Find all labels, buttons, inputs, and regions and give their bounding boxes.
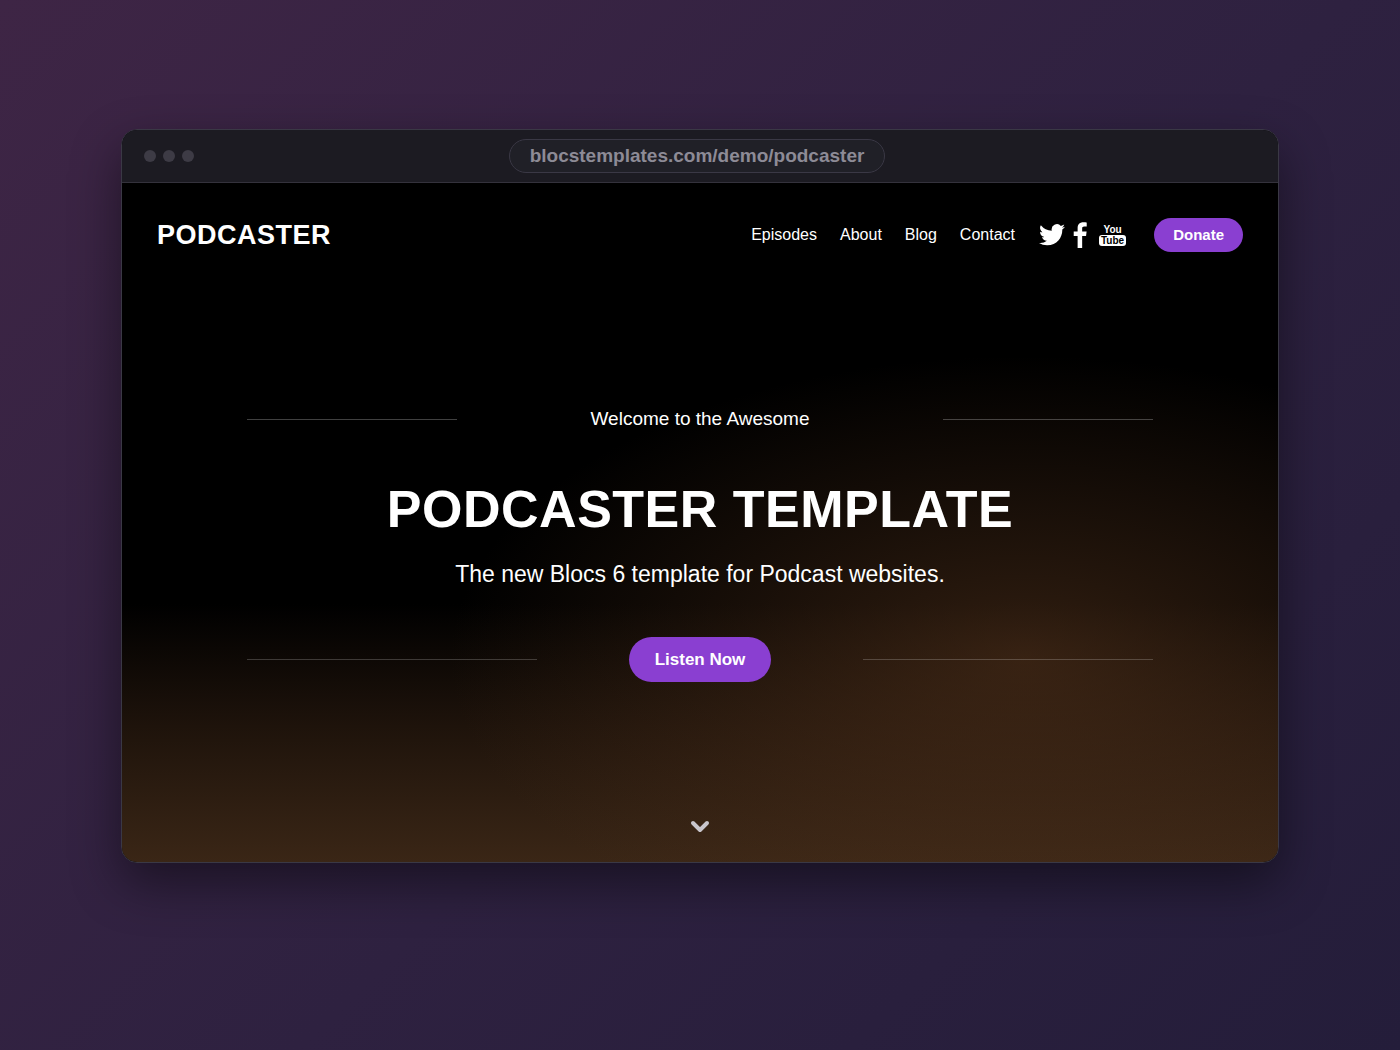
divider-line: [247, 659, 537, 660]
youtube-icon[interactable]: You Tube: [1099, 224, 1126, 246]
maximize-dot[interactable]: [182, 150, 194, 162]
browser-window: blocstemplates.com/demo/podcaster PODCAS…: [121, 129, 1279, 863]
title-bar: blocstemplates.com/demo/podcaster: [122, 130, 1278, 183]
label: You: [1104, 224, 1122, 235]
twitter-icon[interactable]: [1039, 224, 1065, 246]
hero-subtitle: The new Blocs 6 template for Podcast web…: [122, 559, 1278, 589]
donate-button[interactable]: Donate: [1154, 218, 1243, 252]
nav-link[interactable]: About: [840, 223, 882, 247]
nav-link[interactable]: Blog: [905, 223, 937, 247]
kicker-row: Welcome to the Awesome: [247, 407, 1153, 431]
label: Tube: [1099, 235, 1126, 246]
chevron-down-icon[interactable]: [690, 819, 710, 835]
url-text: blocstemplates.com/demo/podcaster: [530, 142, 865, 171]
listen-now-button[interactable]: Listen Now: [629, 637, 772, 682]
minimize-dot[interactable]: [163, 150, 175, 162]
close-dot[interactable]: [144, 150, 156, 162]
nav-link[interactable]: Contact: [960, 223, 1015, 247]
logo[interactable]: PODCASTER: [157, 215, 331, 256]
url-bar[interactable]: blocstemplates.com/demo/podcaster: [509, 139, 886, 173]
hero: PODCASTER Episodes About Blog Contact Yo…: [122, 183, 1278, 862]
hero-title: PODCASTER TEMPLATE: [122, 479, 1278, 539]
cta-row: Listen Now: [247, 637, 1153, 682]
window-controls: [144, 150, 194, 162]
kicker-text: Welcome to the Awesome: [591, 407, 810, 431]
nav-link[interactable]: Episodes: [751, 223, 817, 247]
divider-line: [943, 419, 1153, 420]
divider-line: [863, 659, 1153, 660]
navbar: PODCASTER Episodes About Blog Contact Yo…: [122, 183, 1278, 254]
divider-line: [247, 419, 457, 420]
facebook-icon[interactable]: [1073, 222, 1087, 248]
backdrop: blocstemplates.com/demo/podcaster PODCAS…: [0, 0, 1400, 1050]
